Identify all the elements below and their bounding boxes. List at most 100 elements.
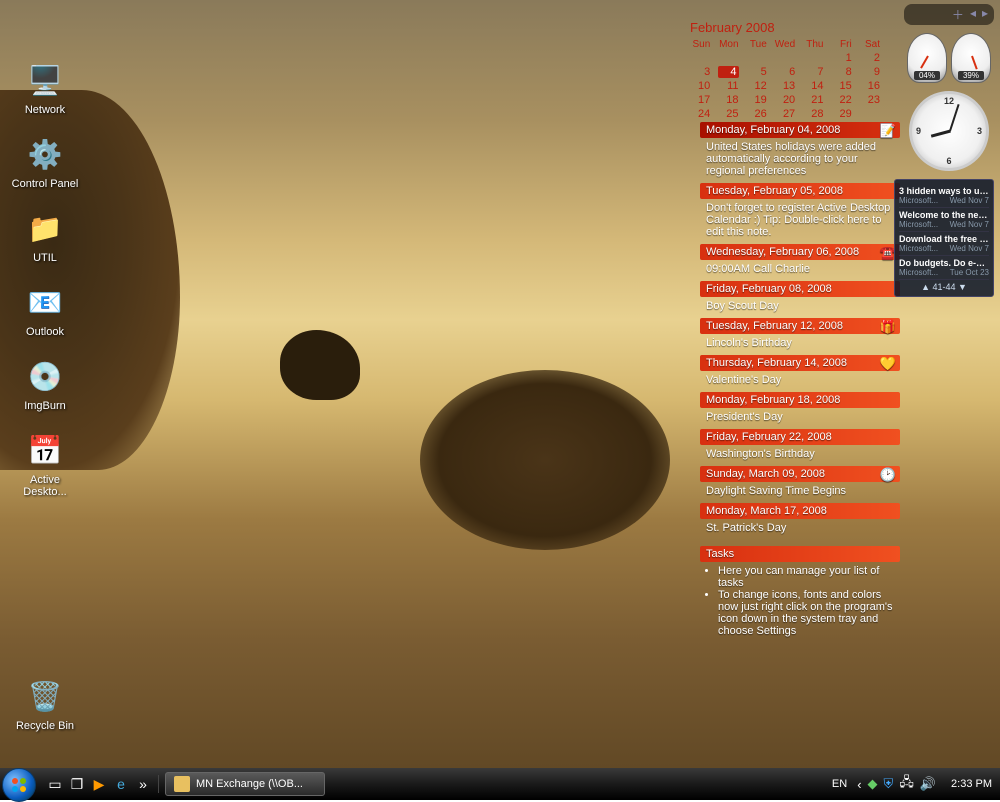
calendar-day[interactable]: 2 [860, 52, 880, 64]
calendar-day[interactable]: 7 [803, 66, 823, 78]
desktop-icon-column: 🖥️Network ⚙️ Control Panel 📁UTIL 📧Outlook 💿Im… [10, 60, 80, 516]
calendar-day[interactable]: 5 [747, 66, 767, 78]
agenda-date-header[interactable]: Monday, March 17, 2008 [700, 503, 900, 519]
icon-label: Control Panel [10, 178, 80, 190]
agenda-event-body[interactable]: President's Day [700, 408, 900, 429]
meter-gadget[interactable]: 04% 39% [904, 33, 994, 83]
start-button[interactable] [2, 768, 36, 802]
sidebar-add-icon[interactable]: ＋ [952, 6, 964, 23]
agenda-date-header[interactable]: Monday, February 18, 2008 [700, 392, 900, 408]
tray-volume-icon[interactable]: 🔊 [920, 776, 936, 792]
calendar-header: Sat [860, 39, 880, 50]
agenda-event-body[interactable]: United States holidays were added automa… [700, 138, 900, 183]
calendar-day[interactable]: 3 [690, 66, 710, 78]
calendar-day[interactable]: 20 [775, 94, 795, 106]
clock-gadget[interactable]: 12 3 6 9 [909, 91, 989, 171]
agenda-date-header[interactable]: Friday, February 22, 2008 [700, 429, 900, 445]
desktop-icon-network[interactable]: 🖥️Network [10, 60, 80, 116]
calendar-day[interactable]: 12 [747, 80, 767, 92]
calendar-day[interactable]: 28 [803, 108, 823, 120]
agenda-date-header[interactable]: Sunday, March 09, 2008🕑 [700, 466, 900, 482]
tray-network-icon[interactable]: 🖧 [899, 773, 914, 795]
calendar-day[interactable]: 21 [803, 94, 823, 106]
calendar-day[interactable]: 9 [860, 66, 880, 78]
tasks-header[interactable]: Tasks [700, 546, 900, 562]
desktop-icon-util-folder[interactable]: 📁UTIL [10, 208, 80, 264]
switch-windows-icon[interactable]: ❐ [68, 775, 86, 793]
taskbar-clock[interactable]: 2:33 PM [942, 778, 992, 790]
quick-launch-more-icon[interactable]: » [134, 775, 152, 793]
calendar-day[interactable]: 13 [775, 80, 795, 92]
feed-gadget[interactable]: 3 hidden ways to use...Microsoft...Wed N… [894, 179, 994, 297]
calendar-day[interactable]: 4 [718, 66, 738, 78]
agenda-event-body[interactable]: 09:00AM Call Charlie [700, 260, 900, 281]
agenda-event-body[interactable]: Valentine's Day [700, 371, 900, 392]
taskbar: ▭ ❐ ▶ e » MN Exchange (\\OB... EN ‹ ◆ ⛨ … [0, 768, 1000, 800]
agenda-date-header[interactable]: Thursday, February 14, 2008💛 [700, 355, 900, 371]
calendar-header: Mon [718, 39, 738, 50]
calendar-day[interactable]: 17 [690, 94, 710, 106]
calendar-day[interactable]: 11 [718, 80, 738, 92]
calendar-day[interactable]: 10 [690, 80, 710, 92]
agenda-panel[interactable]: Monday, February 04, 2008📝United States … [700, 122, 900, 643]
calendar-day[interactable]: 19 [747, 94, 767, 106]
calendar-day[interactable]: 29 [831, 108, 851, 120]
recycle-bin-icon[interactable]: 🗑️ Recycle Bin [10, 676, 80, 732]
desktop-icon-outlook[interactable]: 📧Outlook [10, 282, 80, 338]
control-panel-icon: ⚙️ [25, 134, 65, 174]
calendar-day[interactable]: 14 [803, 80, 823, 92]
tray-security-icon[interactable]: ⛨ [884, 776, 894, 792]
agenda-date-header[interactable]: Wednesday, February 06, 2008☎️ [700, 244, 900, 260]
system-tray: EN ‹ ◆ ⛨ 🖧 🔊 2:33 PM [820, 773, 1000, 795]
calendar-day[interactable]: 26 [747, 108, 767, 120]
agenda-event-body[interactable]: St. Patrick's Day [700, 519, 900, 540]
feed-item[interactable]: Welcome to the new...Microsoft...Wed Nov… [899, 208, 989, 232]
taskbar-task-button[interactable]: MN Exchange (\\OB... [165, 772, 325, 796]
desktop-icon-control-panel[interactable]: ⚙️ Control Panel [10, 134, 80, 190]
event-icon: 🎁 [880, 319, 896, 335]
feed-item[interactable]: 3 hidden ways to use...Microsoft...Wed N… [899, 184, 989, 208]
desktop-icon-recycle: 🗑️ Recycle Bin [10, 676, 80, 750]
outlook-icon: 📧 [25, 282, 65, 322]
show-desktop-icon[interactable]: ▭ [46, 775, 64, 793]
agenda-event-body[interactable]: Daylight Saving Time Begins [700, 482, 900, 503]
agenda-event-body[interactable]: Boy Scout Day [700, 297, 900, 318]
desktop-icon-active-desktop[interactable]: 📅Active Deskto... [10, 430, 80, 498]
calendar-day[interactable]: 27 [775, 108, 795, 120]
agenda-date-header[interactable]: Tuesday, February 05, 2008 [700, 183, 900, 199]
calendar-day[interactable]: 8 [831, 66, 851, 78]
tasks-body[interactable]: Here you can manage your list of tasksTo… [700, 562, 900, 643]
calendar-day[interactable]: 15 [831, 80, 851, 92]
agenda-event-body[interactable]: Washington's Birthday [700, 445, 900, 466]
agenda-event-body[interactable]: Don't forget to register Active Desktop … [700, 199, 900, 244]
calendar-day[interactable]: 24 [690, 108, 710, 120]
ie-icon[interactable]: e [112, 775, 130, 793]
feed-item[interactable]: Download the free a...Microsoft...Wed No… [899, 232, 989, 256]
calendar-gadget[interactable]: February 2008 SunMonTueWedThuFriSat12345… [690, 20, 880, 120]
calendar-day[interactable]: 22 [831, 94, 851, 106]
calendar-header: Sun [690, 39, 710, 50]
tray-expand-icon[interactable]: ‹ [857, 777, 861, 792]
clock-9: 9 [916, 126, 921, 136]
tray-app-icon[interactable]: ◆ [868, 776, 878, 792]
agenda-date-header[interactable]: Friday, February 08, 2008 [700, 281, 900, 297]
calendar-day[interactable]: 1 [831, 52, 851, 64]
agenda-date-header[interactable]: Monday, February 04, 2008📝 [700, 122, 900, 138]
calendar-day[interactable]: 25 [718, 108, 738, 120]
feed-date: Tue Oct 23 [950, 268, 989, 277]
calendar-day[interactable]: 6 [775, 66, 795, 78]
calendar-day[interactable]: 18 [718, 94, 738, 106]
quick-launch: ▭ ❐ ▶ e » [40, 775, 159, 793]
desktop-icon-imgburn[interactable]: 💿ImgBurn [10, 356, 80, 412]
language-indicator[interactable]: EN [828, 778, 851, 790]
sidebar-prev-icon[interactable]: ◂ [970, 6, 976, 23]
agenda-date-header[interactable]: Tuesday, February 12, 2008🎁 [700, 318, 900, 334]
icon-label: Network [10, 104, 80, 116]
feed-pager[interactable]: ▲ 41-44 ▼ [899, 280, 989, 292]
feed-item[interactable]: Do budgets. Do e-m...Microsoft...Tue Oct… [899, 256, 989, 280]
agenda-event-body[interactable]: Lincoln's Birthday [700, 334, 900, 355]
calendar-day[interactable]: 23 [860, 94, 880, 106]
sidebar-next-icon[interactable]: ▸ [982, 6, 988, 23]
media-player-icon[interactable]: ▶ [90, 775, 108, 793]
calendar-day[interactable]: 16 [860, 80, 880, 92]
